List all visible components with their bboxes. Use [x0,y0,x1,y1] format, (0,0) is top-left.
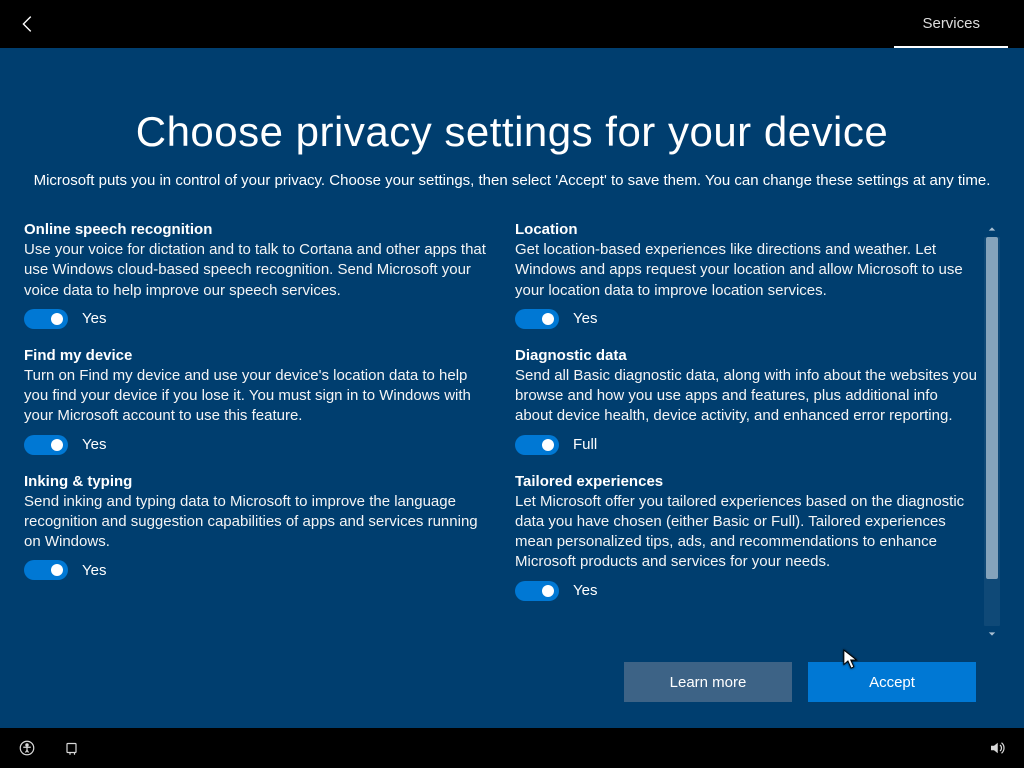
setting-title: Find my device [24,347,487,364]
accept-button[interactable]: Accept [808,662,976,702]
scroll-track[interactable] [984,237,1000,626]
ime-icon[interactable] [64,739,82,757]
toggle-inking-typing[interactable] [24,560,68,580]
setting-title: Online speech recognition [24,221,487,238]
setting-title: Inking & typing [24,473,487,490]
setting-tailored-experiences: Tailored experiences Let Microsoft offer… [515,473,978,601]
setting-inking-typing: Inking & typing Send inking and typing d… [24,473,487,581]
toggle-tailored-experiences[interactable] [515,581,559,601]
toggle-state: Yes [82,436,106,453]
setting-title: Tailored experiences [515,473,978,490]
setting-find-my-device: Find my device Turn on Find my device an… [24,347,487,455]
scrollbar[interactable] [984,221,1000,642]
button-label: Learn more [670,674,747,691]
volume-icon[interactable] [988,739,1006,757]
tab-label: Services [922,15,980,32]
toggle-speech[interactable] [24,309,68,329]
setting-diagnostic-data: Diagnostic data Send all Basic diagnosti… [515,347,978,455]
learn-more-button[interactable]: Learn more [624,662,792,702]
right-column: Location Get location-based experiences … [515,221,978,642]
setting-desc: Get location-based experiences like dire… [515,240,978,301]
scroll-down-icon[interactable] [984,626,1000,642]
toggle-find-my-device[interactable] [24,435,68,455]
page-title: Choose privacy settings for your device [24,108,1000,156]
setting-location: Location Get location-based experiences … [515,221,978,329]
setting-desc: Turn on Find my device and use your devi… [24,366,487,427]
page-subtitle: Microsoft puts you in control of your pr… [32,170,992,191]
scroll-up-icon[interactable] [984,221,1000,237]
toggle-diagnostic-data[interactable] [515,435,559,455]
toggle-state: Yes [573,582,597,599]
toggle-state: Full [573,436,597,453]
setting-desc: Let Microsoft offer you tailored experie… [515,492,978,573]
button-row: Learn more Accept [24,642,1000,728]
title-bar: Services [0,0,1024,48]
toggle-state: Yes [82,562,106,579]
ease-of-access-icon[interactable] [18,739,36,757]
setting-desc: Send all Basic diagnostic data, along wi… [515,366,978,427]
toggle-location[interactable] [515,309,559,329]
button-label: Accept [869,674,915,691]
setting-speech: Online speech recognition Use your voice… [24,221,487,329]
setting-desc: Use your voice for dictation and to talk… [24,240,487,301]
main-panel: Choose privacy settings for your device … [0,48,1024,728]
left-column: Online speech recognition Use your voice… [24,221,487,642]
toggle-state: Yes [82,310,106,327]
toggle-state: Yes [573,310,597,327]
setting-desc: Send inking and typing data to Microsoft… [24,492,487,553]
settings-columns: Online speech recognition Use your voice… [24,221,984,642]
scroll-thumb[interactable] [986,237,998,579]
tab-services[interactable]: Services [894,0,1008,48]
setting-title: Location [515,221,978,238]
task-bar [0,728,1024,768]
setting-title: Diagnostic data [515,347,978,364]
back-button[interactable] [16,12,40,36]
